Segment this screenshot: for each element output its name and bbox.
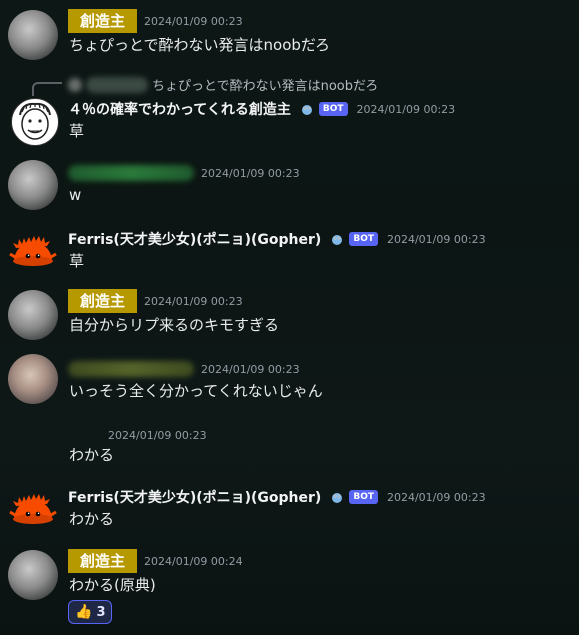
avatar[interactable] [8,354,58,404]
blurred-username[interactable] [68,165,194,181]
avatar[interactable] [8,10,58,60]
timestamp: 2024/01/09 00:23 [144,294,243,308]
bot-badge: BOT [349,232,378,246]
avatar[interactable] [8,290,58,340]
message-text: 草 [69,122,85,140]
reply-preview[interactable]: ちょぴっとで酔わない発言はnoobだろ [68,75,378,94]
reply-text: ちょぴっとで酔わない発言はnoobだろ [152,79,379,94]
avatar[interactable] [8,550,58,600]
timestamp: 2024/01/09 00:23 [108,428,207,442]
blurred-username[interactable] [68,361,194,377]
blurred-username [86,76,148,93]
message-text: ちょぴっとで酔わない発言はnoobだろ [69,36,331,54]
message-text: わかる [69,510,115,528]
ferris-crab-avatar[interactable] [8,488,58,538]
role-badge[interactable]: 創造主 [68,289,138,313]
gopher-icon [332,493,343,503]
author-name[interactable]: Ferris(天才美少女)(ポニョ)(Gopher) [68,487,321,507]
bot-badge: BOT [349,490,378,504]
thumbs-up-icon: 👍 [75,604,93,620]
timestamp: 2024/01/09 00:23 [144,14,243,28]
gopher-icon [332,235,343,245]
reaction-count: 3 [96,604,106,620]
message-text: 草 [69,252,85,270]
message-text: いっそう全く分かってくれないじゃん [69,382,323,400]
reaction-thumbs-up[interactable]: 👍 3 [68,600,113,624]
reply-connector [32,82,62,96]
gopher-icon [301,105,312,115]
message-text: わかる(原典) [69,576,156,594]
timestamp: 2024/01/09 00:23 [386,490,486,504]
message-text: 自分からリプ来るのキモすぎる [69,316,280,334]
timestamp: 2024/01/09 00:23 [386,232,486,246]
timestamp: 2024/01/09 00:23 [201,166,300,180]
timestamp: 2024/01/09 00:23 [201,362,300,376]
timestamp: 2024/01/09 00:23 [356,102,456,116]
role-badge[interactable]: 創造主 [68,9,138,33]
blurred-username [68,77,82,92]
bot-badge: BOT [318,102,348,116]
avatar[interactable] [8,160,58,210]
ferris-crab-avatar[interactable] [8,230,58,280]
role-badge[interactable]: 創造主 [68,549,138,573]
message-text: わかる [69,446,115,464]
author-name[interactable]: ４％の確率でわかってくれる創造主 [68,99,291,119]
avatar[interactable] [11,98,59,146]
author-name[interactable]: Ferris(天才美少女)(ポニョ)(Gopher) [68,229,321,249]
message-text: w [69,186,82,204]
timestamp: 2024/01/09 00:24 [144,554,243,568]
